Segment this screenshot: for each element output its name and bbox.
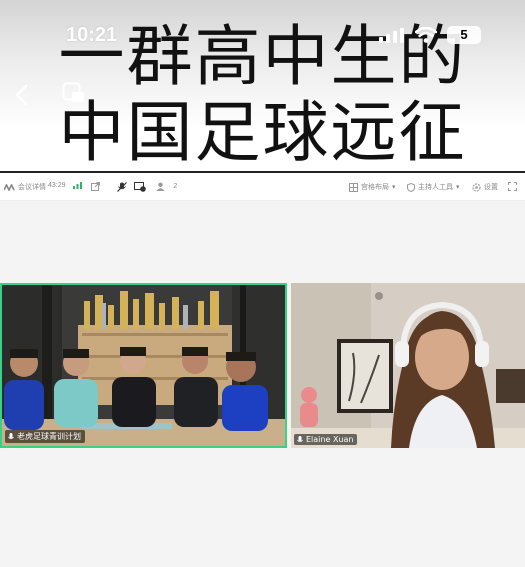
wifi-icon — [415, 27, 437, 43]
layout-button[interactable]: 宫格布局 ▾ — [349, 182, 396, 192]
meeting-duration: 43:29 — [48, 182, 66, 189]
participant-name: 老虎足球青训计划 — [17, 432, 81, 441]
video-title-banner: 一群高中生的 中国足球远征 10:21 5 — [0, 0, 525, 172]
participant-name: Elaine Xuan — [306, 435, 354, 444]
host-tools-chevron-down-icon: ▾ — [456, 184, 460, 191]
video-tile-active-speaker[interactable]: 老虎足球青训计划 — [0, 283, 287, 448]
cellular-signal-icon — [379, 28, 404, 43]
microphone-icon — [297, 435, 303, 442]
meeting-info-button[interactable]: 会议详情 — [4, 182, 46, 192]
participant-name-tag: 老虎足球青训计划 — [5, 430, 85, 443]
participants-button[interactable]: · 2 — [156, 182, 177, 191]
settings-button[interactable]: 设置 — [472, 182, 498, 192]
picture-in-picture-icon[interactable] — [62, 82, 86, 104]
gear-icon — [472, 182, 481, 192]
video-feed-group — [2, 285, 285, 446]
host-tools-label: 主持人工具 — [418, 184, 453, 191]
participants-icon — [156, 182, 165, 191]
banner-title-line-2: 中国足球远征 — [58, 94, 467, 171]
layout-chevron-down-icon: ▾ — [392, 184, 396, 191]
share-icon[interactable] — [91, 182, 100, 191]
meeting-logo-icon — [4, 183, 15, 191]
video-feed-participant — [291, 283, 525, 448]
layout-label: 宫格布局 — [361, 184, 389, 191]
banner-divider — [0, 171, 525, 173]
participant-name-tag: Elaine Xuan — [294, 434, 358, 445]
fullscreen-icon[interactable] — [508, 182, 517, 191]
meeting-info-label: 会议详情 — [18, 184, 46, 191]
meeting-toolbar: 会议详情 43:29 · 2 宫格布局 ▾ 主持人工具 ▾ 设置 — [0, 174, 525, 201]
settings-label: 设置 — [484, 184, 498, 191]
microphone-icon — [8, 432, 14, 439]
screen-share-icon[interactable] — [134, 182, 146, 192]
mic-muted-icon[interactable] — [117, 182, 127, 192]
network-signal-icon — [73, 182, 82, 189]
shield-icon — [407, 182, 415, 192]
back-arrow-icon[interactable] — [14, 84, 30, 106]
status-icons: 5 — [379, 26, 481, 44]
video-tile-participant[interactable]: Elaine Xuan — [291, 283, 525, 448]
participants-count: 2 — [173, 183, 178, 190]
host-tools-button[interactable]: 主持人工具 ▾ — [407, 182, 460, 192]
battery-icon: 5 — [447, 26, 481, 44]
status-time: 10:21 — [66, 24, 118, 46]
grid-layout-icon — [349, 182, 358, 192]
